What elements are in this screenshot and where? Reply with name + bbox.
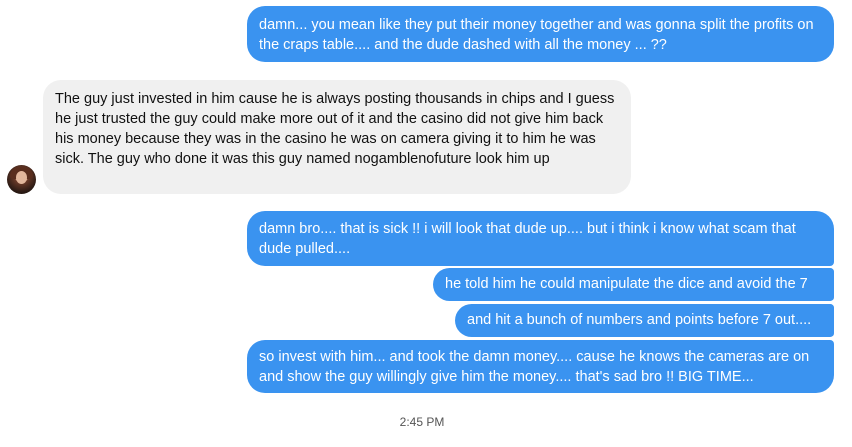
message-bubble-incoming[interactable]: The guy just invested in him cause he is… xyxy=(43,80,631,194)
message-bubble-outgoing[interactable]: he told him he could manipulate the dice… xyxy=(433,268,834,301)
avatar-face xyxy=(16,171,27,184)
message-bubble-outgoing[interactable]: damn... you mean like they put their mon… xyxy=(247,6,834,62)
chat-thread: damn... you mean like they put their mon… xyxy=(0,0,852,447)
message-bubble-outgoing[interactable]: and hit a bunch of numbers and points be… xyxy=(455,304,834,337)
contact-avatar[interactable] xyxy=(7,165,36,194)
message-bubble-outgoing[interactable]: damn bro.... that is sick !! i will look… xyxy=(247,211,834,266)
message-bubble-outgoing[interactable]: so invest with him... and took the damn … xyxy=(247,340,834,393)
message-timestamp: 2:45 PM xyxy=(399,415,445,429)
